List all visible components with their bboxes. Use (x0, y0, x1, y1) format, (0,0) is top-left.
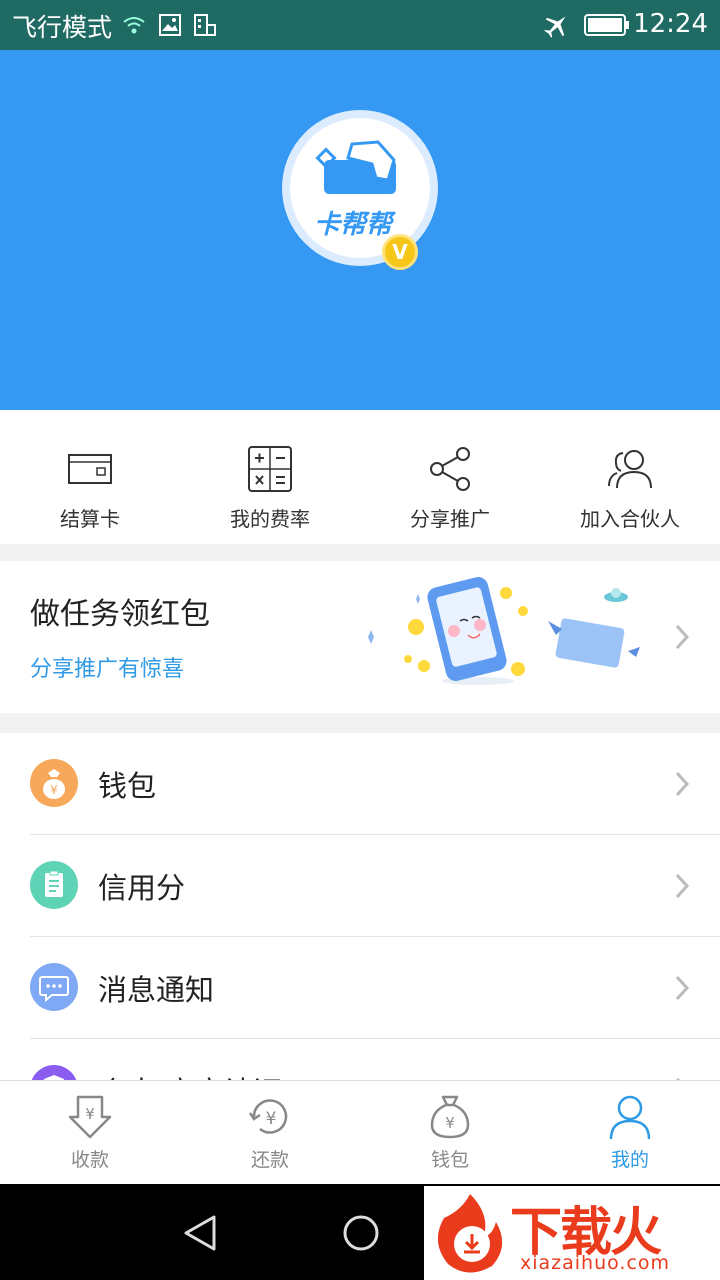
clock: 12:24 (633, 9, 708, 39)
home-icon[interactable] (342, 1214, 380, 1252)
wallet-bag-icon: ¥ (430, 1095, 470, 1139)
clipboard-icon (30, 861, 78, 909)
partner-icon (608, 450, 652, 489)
bottom-tab-bar: ¥ 收款 ¥ 还款 ¥ 钱包 我的 (0, 1080, 720, 1184)
quick-item-label: 加入合伙人 (580, 507, 680, 531)
battery-icon (584, 14, 629, 36)
menu-item-wallet[interactable]: ¥ 钱包 (0, 733, 720, 835)
svg-text:¥: ¥ (266, 1109, 277, 1129)
menu-item-credit-score[interactable]: 信用分 (0, 835, 720, 937)
chevron-right-icon (675, 873, 690, 899)
quick-item-share[interactable]: 分享推广 (360, 410, 540, 544)
quick-item-label: 结算卡 (60, 507, 120, 531)
quick-item-settlement-card[interactable]: 结算卡 (0, 410, 180, 544)
watermark-subtext: xiazaihuo.com (520, 1252, 671, 1274)
status-bar: 飞行模式 12:24 (0, 0, 720, 50)
quick-item-my-rate[interactable]: 我的费率 (180, 410, 360, 544)
calculator-icon (248, 446, 292, 492)
quick-item-partner[interactable]: 加入合伙人 (540, 410, 720, 544)
flame-logo-icon (437, 1194, 503, 1273)
tab-label: 钱包 (430, 1149, 469, 1171)
phone-illustration-icon (368, 577, 640, 685)
quick-item-label: 我的费率 (230, 507, 310, 531)
back-icon[interactable] (182, 1214, 218, 1252)
menu-item-label: 信用分 (98, 871, 186, 905)
tab-label: 收款 (70, 1149, 109, 1171)
quick-actions: 结算卡 我的费率 分享推广 加入合伙人 (0, 410, 720, 544)
person-icon (609, 1095, 651, 1140)
menu-item-label: 消息通知 (98, 973, 215, 1007)
task-banner[interactable]: 做任务领红包 分享推广有惊喜 (0, 561, 720, 713)
tab-label: 我的 (610, 1149, 649, 1171)
receive-icon: ¥ (68, 1095, 112, 1139)
svg-text:¥: ¥ (50, 783, 58, 797)
logo-text: 卡帮帮 (314, 210, 393, 240)
money-bag-icon: ¥ (30, 759, 78, 807)
share-icon (430, 447, 470, 491)
chevron-right-icon (675, 771, 690, 797)
verified-badge: V (382, 234, 418, 270)
image-icon (159, 14, 181, 36)
svg-text:¥: ¥ (85, 1105, 95, 1123)
tab-wallet[interactable]: ¥ 钱包 (360, 1081, 540, 1185)
tab-repay[interactable]: ¥ 还款 (180, 1081, 360, 1185)
task-banner-title: 做任务领红包 (30, 597, 210, 632)
chat-icon (30, 963, 78, 1011)
airplane-icon (544, 16, 566, 38)
task-banner-subtitle: 分享推广有惊喜 (30, 657, 185, 682)
building-icon (194, 14, 216, 36)
menu-item-label: 钱包 (98, 769, 157, 803)
carrier-label: 飞行模式 (12, 13, 113, 42)
card-icon (68, 454, 112, 484)
svg-text:¥: ¥ (445, 1114, 455, 1132)
tab-label: 还款 (250, 1149, 289, 1171)
tab-mine[interactable]: 我的 (540, 1081, 720, 1185)
menu-list: ¥ 钱包 信用分 消息通知 个人/商户认证 (0, 733, 720, 1093)
quick-item-label: 分享推广 (410, 507, 490, 531)
chevron-right-icon (675, 975, 690, 1001)
repay-icon: ¥ (248, 1099, 288, 1134)
menu-item-notifications[interactable]: 消息通知 (0, 937, 720, 1039)
wifi-icon (123, 17, 145, 34)
tab-receive[interactable]: ¥ 收款 (0, 1081, 180, 1185)
chevron-right-icon (675, 624, 690, 650)
